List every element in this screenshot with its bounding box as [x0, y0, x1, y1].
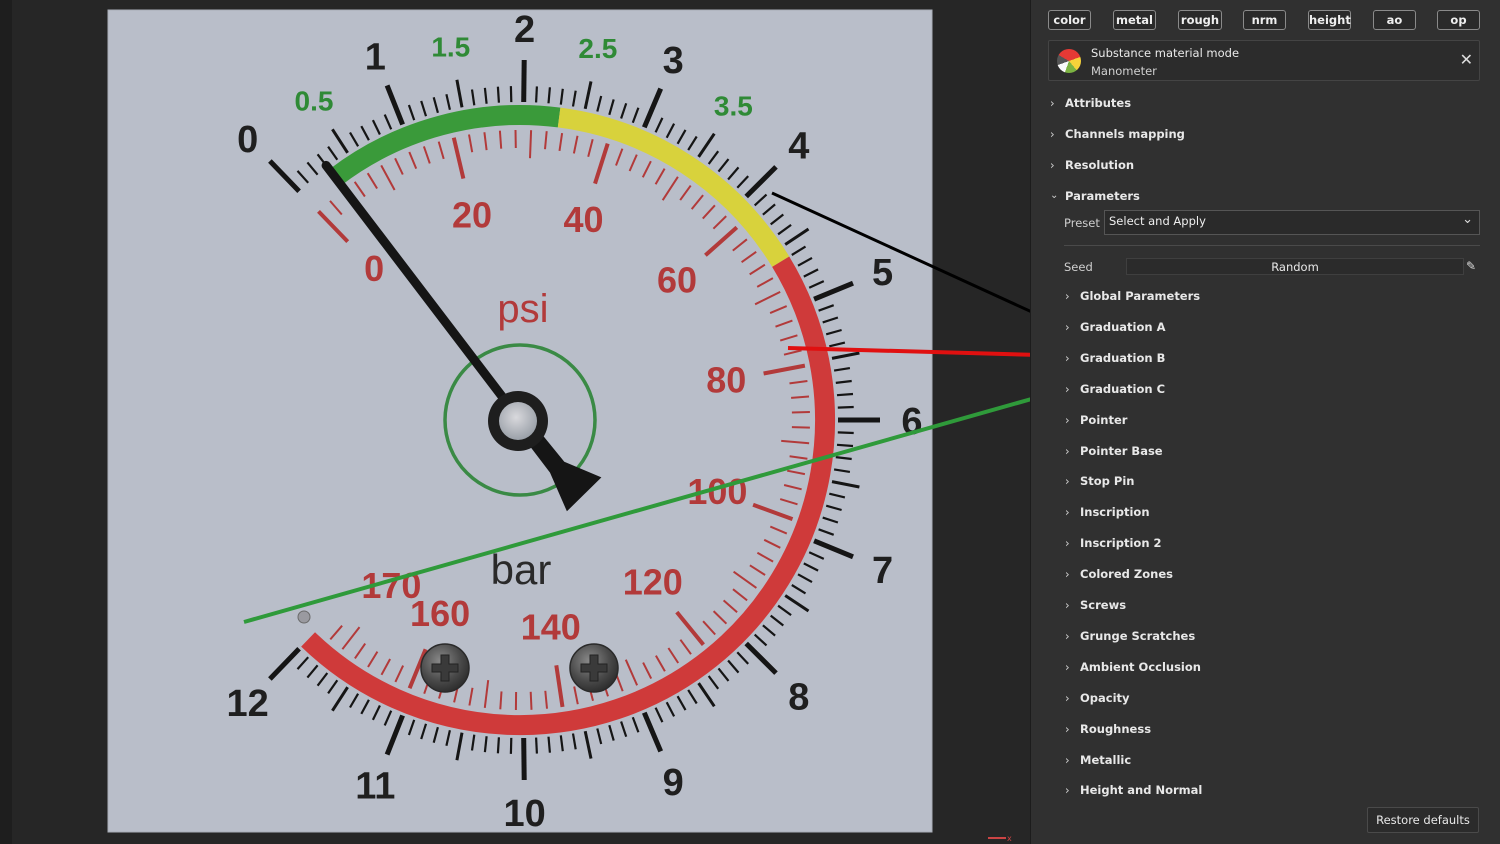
- chevron-right-icon: ›: [1065, 660, 1070, 674]
- bar-tick: [837, 405, 854, 409]
- bar-label: 11: [355, 765, 395, 807]
- chevron-right-icon: ›: [1065, 474, 1070, 488]
- bar-half-label: 3.5: [714, 91, 753, 122]
- bar-label: 3: [663, 40, 684, 82]
- bar-tick: [496, 86, 500, 103]
- unit-psi: psi: [497, 287, 548, 331]
- screw-right: [569, 643, 619, 693]
- bar-label: 8: [788, 677, 809, 719]
- channel-nrm-button[interactable]: nrm: [1243, 10, 1286, 30]
- bar-tick: [837, 431, 854, 435]
- axis-gizmo-icon: x: [988, 834, 1012, 842]
- chevron-right-icon: ›: [1065, 320, 1070, 334]
- bar-label: 0: [237, 119, 258, 161]
- chevron-right-icon: ›: [1050, 127, 1055, 141]
- chevron-right-icon: ›: [1065, 783, 1070, 797]
- unit-bar: bar: [491, 546, 552, 593]
- chevron-right-icon: ›: [1065, 753, 1070, 767]
- bar-tick: [521, 737, 527, 781]
- chevron-right-icon: ›: [1065, 722, 1070, 736]
- chevron-right-icon: ›: [1065, 629, 1070, 643]
- psi-label: 40: [563, 199, 603, 240]
- chevron-right-icon: ›: [1065, 413, 1070, 427]
- restore-defaults-button[interactable]: Restore defaults: [1367, 807, 1479, 833]
- psi-tick: [499, 691, 503, 710]
- psi-label: 120: [623, 562, 683, 603]
- bar-half-label: 2.5: [578, 33, 617, 64]
- psi-label: 20: [452, 195, 492, 236]
- chevron-right-icon: ›: [1065, 536, 1070, 550]
- bar-label: 5: [872, 252, 893, 294]
- pencil-icon[interactable]: ✎: [1466, 258, 1476, 275]
- psi-label: 100: [687, 471, 747, 512]
- psi-tick: [791, 411, 810, 414]
- preset-value: Select and Apply: [1109, 214, 1206, 228]
- bar-label: 10: [503, 793, 545, 835]
- mode-subtitle: Manometer: [1091, 64, 1157, 78]
- psi-tick: [529, 130, 533, 159]
- mode-title: Substance material mode: [1091, 46, 1240, 60]
- bar-tick: [535, 737, 538, 754]
- chevron-right-icon: ›: [1050, 96, 1055, 110]
- preset-label: Preset: [1064, 216, 1100, 230]
- bar-label: 12: [227, 683, 269, 725]
- psi-label: 140: [521, 607, 581, 648]
- preset-select[interactable]: Select and Apply ⌄: [1104, 210, 1480, 235]
- psi-tick: [529, 691, 533, 710]
- psi-label: 0: [364, 248, 384, 289]
- bar-label: 9: [663, 762, 684, 804]
- bar-label: 1: [365, 37, 386, 79]
- svg-text:x: x: [1007, 834, 1012, 842]
- chevron-down-icon: ⌄: [1050, 190, 1059, 201]
- close-icon[interactable]: ✕: [1460, 51, 1473, 69]
- chevron-right-icon: ›: [1065, 505, 1070, 519]
- chevron-right-icon: ›: [1050, 158, 1055, 172]
- chevron-right-icon: ›: [1065, 598, 1070, 612]
- bar-half-label: 1.5: [431, 31, 470, 62]
- manometer-preview: 01234567891011120.51.5 2.53.5020 406080100…: [107, 9, 1030, 835]
- channel-rough-button[interactable]: rough: [1178, 10, 1222, 30]
- seed-field[interactable]: Random: [1126, 258, 1464, 275]
- substance-icon: [1057, 49, 1081, 73]
- bar-label: 4: [788, 125, 809, 167]
- bar-tick: [547, 87, 551, 104]
- chevron-down-icon: ⌄: [1462, 212, 1473, 227]
- chevron-right-icon: ›: [1065, 567, 1070, 581]
- channel-op-button[interactable]: op: [1437, 10, 1480, 30]
- channel-height-button[interactable]: height: [1308, 10, 1351, 30]
- channel-metal-button[interactable]: metal: [1113, 10, 1156, 30]
- bar-label: 2: [514, 9, 535, 51]
- psi-label: 80: [706, 360, 746, 401]
- bar-tick: [521, 59, 527, 103]
- psi-tick: [498, 130, 503, 149]
- bar-tick: [547, 736, 551, 753]
- viewport-3d[interactable]: 0 1 2 3 4 5 6 7 8 9 10 11 12 0.5 1.5 2.5 3.5 0 20 40 60 80 100…: [0, 0, 1030, 844]
- channel-color-button[interactable]: color: [1048, 10, 1091, 30]
- divider: [1064, 245, 1480, 246]
- stop-pin: [297, 610, 311, 624]
- chevron-right-icon: ›: [1065, 351, 1070, 365]
- bar-tick: [836, 392, 854, 397]
- material-mode-box: Substance material mode Manometer ✕: [1048, 40, 1480, 81]
- screw-left: [420, 643, 470, 693]
- psi-label: 60: [657, 260, 697, 301]
- bar-tick: [836, 443, 854, 448]
- bar-tick: [535, 86, 538, 103]
- psi-tick: [791, 426, 810, 429]
- psi-tick: [791, 395, 810, 399]
- channel-ao-button[interactable]: ao: [1373, 10, 1416, 30]
- pointer-hub-cap: [499, 402, 537, 440]
- seed-label: Seed: [1064, 260, 1093, 274]
- chevron-right-icon: ›: [1065, 444, 1070, 458]
- bar-label: 7: [872, 550, 893, 592]
- chevron-right-icon: ›: [1065, 289, 1070, 303]
- chevron-right-icon: ›: [1065, 691, 1070, 705]
- bar-tick: [496, 737, 500, 754]
- bar-half-label: 0.5: [295, 86, 334, 117]
- chevron-right-icon: ›: [1065, 382, 1070, 396]
